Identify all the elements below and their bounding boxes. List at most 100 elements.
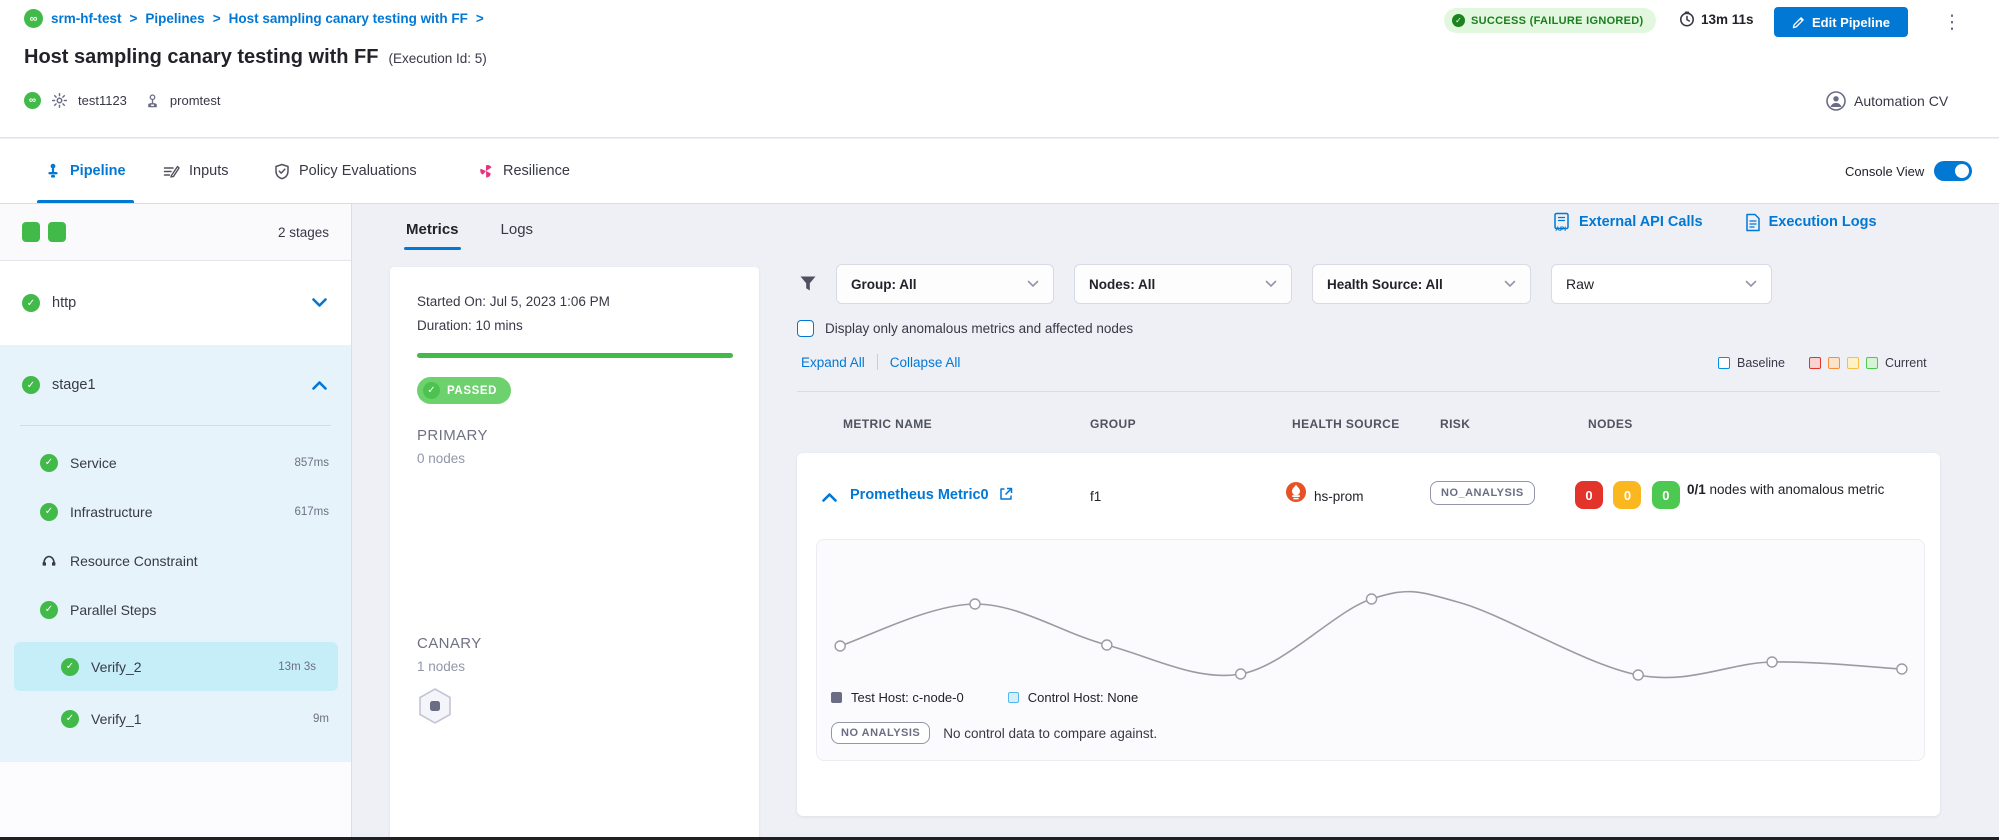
col-metric-name: METRIC NAME [843, 417, 932, 431]
edit-pipeline-button[interactable]: Edit Pipeline [1774, 7, 1908, 37]
external-link-icon[interactable] [998, 486, 1014, 502]
success-check-icon: ✓ [40, 601, 58, 619]
sidebar-step-infrastructure[interactable]: ✓ Infrastructure 617ms [0, 487, 351, 536]
success-check-icon: ✓ [61, 658, 79, 676]
tab-policy-evaluations[interactable]: Policy Evaluations [274, 139, 417, 203]
host-legend: Test Host: c-node-0 Control Host: None [831, 690, 1138, 705]
api-calls-icon: API [1552, 212, 1571, 232]
col-risk: RISK [1440, 417, 1470, 431]
toggle-knob [1955, 164, 1969, 178]
breadcrumb-project[interactable]: srm-hf-test [51, 11, 122, 26]
stage-status-square [48, 222, 66, 242]
sidebar-step-verify-2[interactable]: ✓ Verify_2 13m 3s [14, 642, 338, 691]
health-source-filter-dropdown[interactable]: Health Source: All [1312, 264, 1531, 304]
metrics-links: API External API Calls Execution Logs [1552, 212, 1877, 232]
verification-summary-card: Started On: Jul 5, 2023 1:06 PM Duration… [390, 267, 759, 840]
metric-group-value: f1 [1090, 489, 1101, 504]
service-icon [145, 93, 160, 109]
metric-timeseries-chart[interactable] [817, 546, 1924, 696]
sidebar-stage-stage1[interactable]: ✓ stage1 [0, 345, 351, 425]
clock-icon [1679, 11, 1695, 27]
stage-count: 2 stages [278, 225, 329, 240]
sidebar-step-service[interactable]: ✓ Service 857ms [0, 438, 351, 487]
triggered-by-user: Automation CV [1826, 91, 1948, 111]
breadcrumb-pipelines[interactable]: Pipelines [145, 11, 204, 26]
environment-name[interactable]: test1123 [78, 93, 127, 108]
red-node-count: 0 [1575, 481, 1603, 509]
green-node-count: 0 [1652, 481, 1680, 509]
canary-label: CANARY [417, 635, 482, 652]
filter-icon[interactable] [798, 274, 818, 294]
risk-badge: NO_ANALYSIS [1430, 481, 1535, 505]
expand-collapse-controls: Expand All Collapse All [801, 354, 960, 370]
success-check-icon: ✓ [1452, 14, 1465, 27]
success-check-icon: ✓ [40, 503, 58, 521]
stages-header: 2 stages [0, 204, 351, 261]
col-nodes: NODES [1588, 417, 1633, 431]
success-check-icon: ✓ [22, 376, 40, 394]
nodes-summary: 0/1 nodes with anomalous metric [1687, 479, 1927, 500]
collapse-all-link[interactable]: Collapse All [890, 355, 961, 370]
execution-sidebar: 2 stages ✓ http ✓ stage1 ✓ Service 857ms [0, 204, 352, 837]
execution-status-badge: ✓ SUCCESS (FAILURE IGNORED) [1444, 8, 1656, 33]
tab-inputs[interactable]: Inputs [163, 139, 229, 203]
display-mode-dropdown[interactable]: Raw [1551, 264, 1772, 304]
execution-id: (Execution Id: 5) [389, 51, 487, 66]
execution-duration: 13m 11s [1679, 11, 1754, 27]
primary-node-count: 0 nodes [417, 451, 465, 466]
chevron-down-icon[interactable] [312, 298, 327, 308]
kebab-menu-icon[interactable]: ⋮ [1940, 7, 1964, 37]
external-api-calls-link[interactable]: API External API Calls [1552, 212, 1703, 232]
canary-node-hexagon-icon[interactable] [417, 687, 453, 725]
anomalous-only-checkbox[interactable] [797, 320, 814, 337]
harness-pipeline-execution-page: ∞ srm-hf-test > Pipelines > Host samplin… [0, 0, 1999, 840]
anomalous-filter-row: Display only anomalous metrics and affec… [797, 320, 1133, 337]
chevron-up-icon[interactable] [312, 380, 327, 390]
success-check-icon: ✓ [40, 454, 58, 472]
current-red-swatch [1809, 357, 1821, 369]
tab-logs[interactable]: Logs [501, 221, 534, 238]
expand-all-link[interactable]: Expand All [801, 355, 865, 370]
resilience-chaos-icon [478, 163, 494, 179]
sidebar-step-parallel-steps[interactable]: ✓ Parallel Steps [0, 585, 351, 634]
success-check-icon: ✓ [61, 710, 79, 728]
prometheus-icon [1285, 481, 1307, 503]
group-filter-dropdown[interactable]: Group: All [836, 264, 1054, 304]
col-group: GROUP [1090, 417, 1136, 431]
analysis-result-row: NO ANALYSIS No control data to compare a… [831, 722, 1157, 744]
chevron-up-icon[interactable] [822, 492, 837, 502]
baseline-legend-swatch [1718, 357, 1730, 369]
breadcrumb-pipeline-name[interactable]: Host sampling canary testing with FF [229, 11, 468, 26]
metric-row-card: Prometheus Metric0 f1 hs-prom NO_ANALYSI… [797, 453, 1940, 816]
service-name[interactable]: promtest [170, 93, 221, 108]
console-view-toggle[interactable] [1934, 161, 1972, 181]
tab-resilience[interactable]: Resilience [478, 139, 570, 203]
sidebar-step-resource-constraint[interactable]: Resource Constraint [0, 536, 351, 585]
breadcrumb-separator: > [213, 11, 221, 26]
canary-node-count: 1 nodes [417, 659, 465, 674]
tab-metrics[interactable]: Metrics [406, 221, 459, 238]
amber-node-count: 0 [1613, 481, 1641, 509]
nodes-filter-dropdown[interactable]: Nodes: All [1074, 264, 1292, 304]
sidebar-stage-http[interactable]: ✓ http [0, 261, 351, 345]
passed-badge: ✓ PASSED [417, 377, 511, 404]
execution-logs-link[interactable]: Execution Logs [1745, 212, 1877, 232]
metric-name-link[interactable]: Prometheus Metric0 [850, 487, 989, 503]
control-host-legend: Control Host: None [1008, 690, 1139, 705]
breadcrumb-separator: > [476, 11, 484, 26]
title-row: Host sampling canary testing with FF (Ex… [24, 46, 487, 69]
avatar-icon [1826, 91, 1846, 111]
sidebar-step-verify-1[interactable]: ✓ Verify_1 9m [0, 694, 351, 743]
chevron-down-icon [1027, 280, 1039, 288]
gear-icon [51, 92, 68, 109]
test-host-legend: Test Host: c-node-0 [831, 690, 964, 705]
primary-label: PRIMARY [417, 427, 488, 444]
resource-constraint-icon [40, 552, 58, 570]
stage-status-square [22, 222, 40, 242]
chevron-down-icon [1265, 280, 1277, 288]
inputs-icon [163, 163, 180, 179]
tab-pipeline[interactable]: Pipeline [45, 139, 126, 203]
sidebar-stage1-group: ✓ stage1 ✓ Service 857ms ✓ Infrastructur… [0, 345, 351, 762]
verify-panel-tabs: Metrics Logs [406, 206, 533, 252]
no-analysis-badge: NO ANALYSIS [831, 722, 930, 744]
